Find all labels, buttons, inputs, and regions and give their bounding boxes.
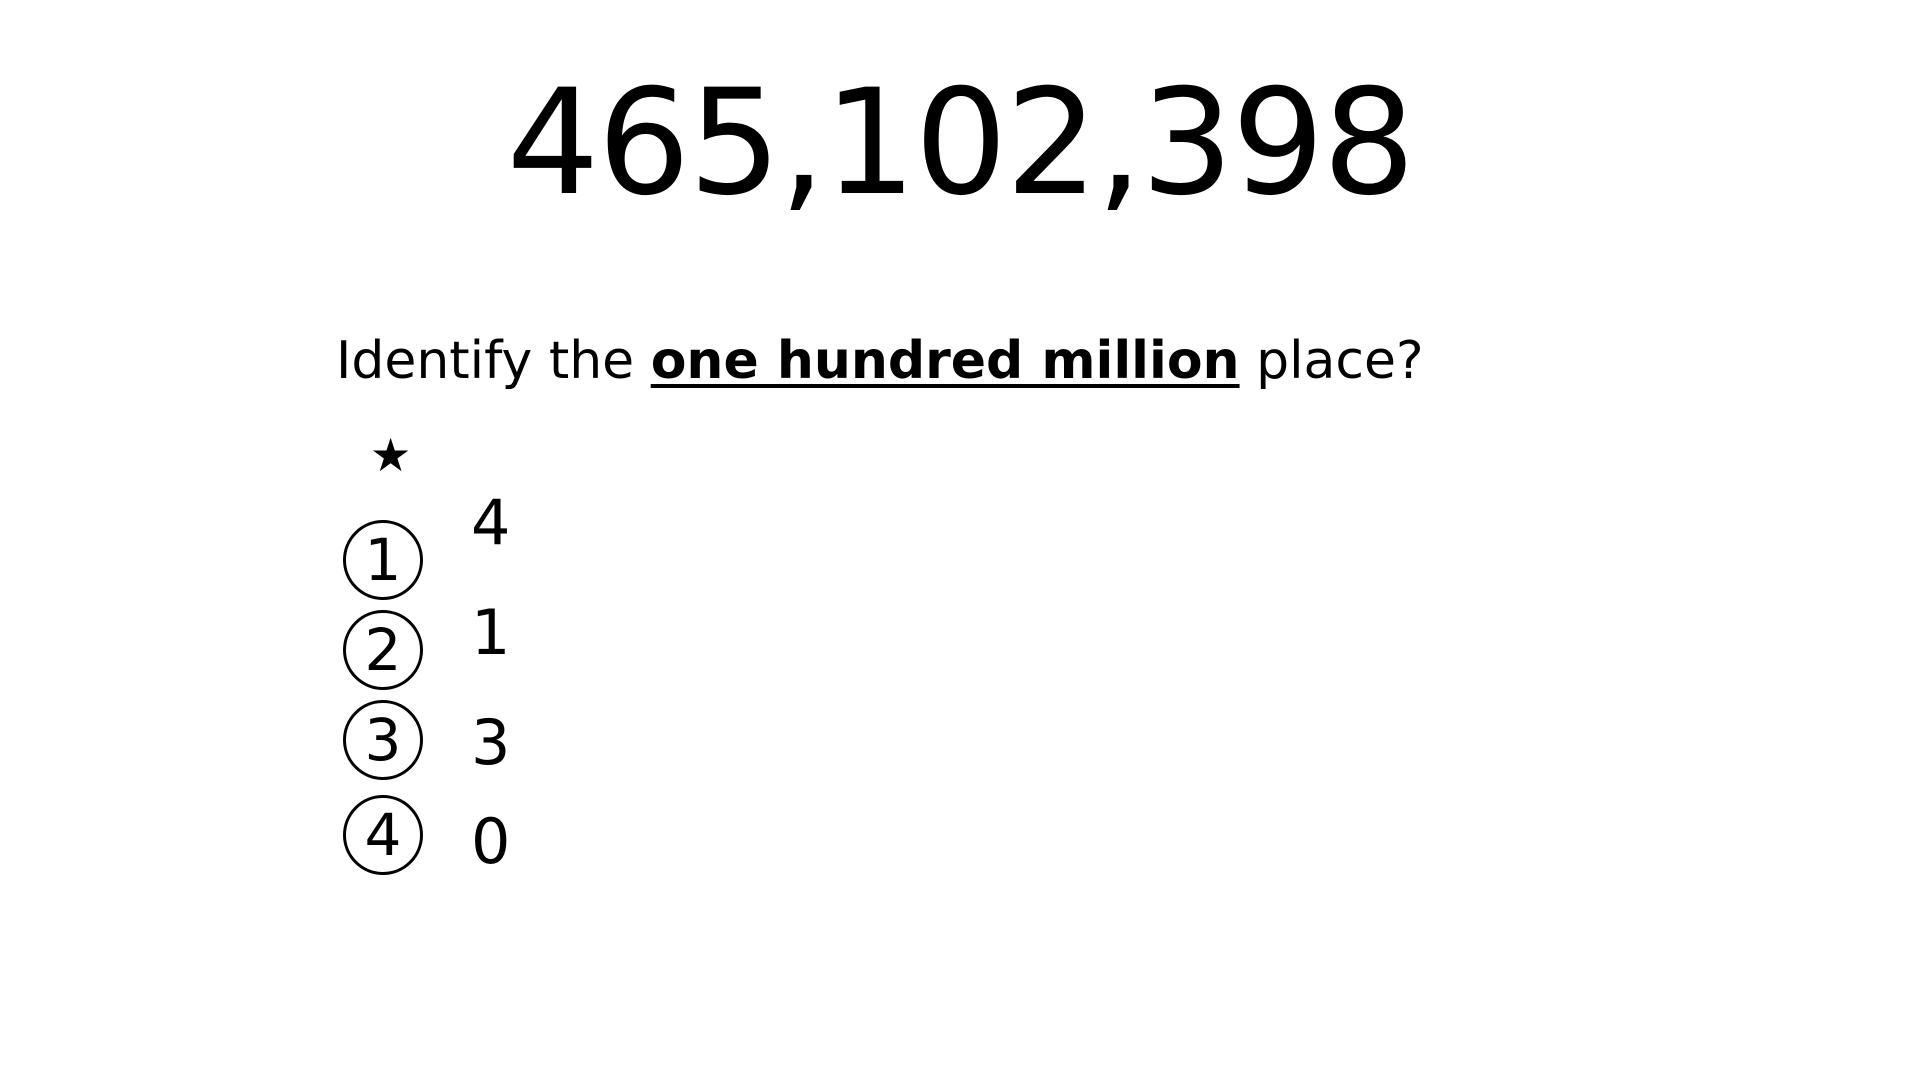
option-value: 3 [471,706,511,779]
slide: 465,102,398 Identify the one hundred mil… [0,0,1920,1080]
option-number-marker: 2 [343,610,423,690]
answer-option-3[interactable]: 3 3 [343,700,583,790]
option-number-marker: 1 [343,520,423,600]
option-number-marker: 4 [343,795,423,875]
number-display: 465,102,398 [506,58,1416,228]
option-value: 1 [471,596,511,669]
answer-option-1[interactable]: 1 4 [343,492,583,610]
star-icon: ★ [370,428,412,482]
question-text: Identify the one hundred million place? [336,330,1424,392]
option-value: 4 [471,486,511,559]
option-value: 0 [471,805,511,878]
answer-option-2[interactable]: 2 1 [343,602,583,700]
question-prefix: Identify the [336,331,651,391]
question-emphasis: one hundred million [650,331,1240,391]
option-number-marker: 3 [343,700,423,780]
question-suffix: place? [1239,331,1424,391]
answer-option-4[interactable]: 4 0 [343,795,583,885]
